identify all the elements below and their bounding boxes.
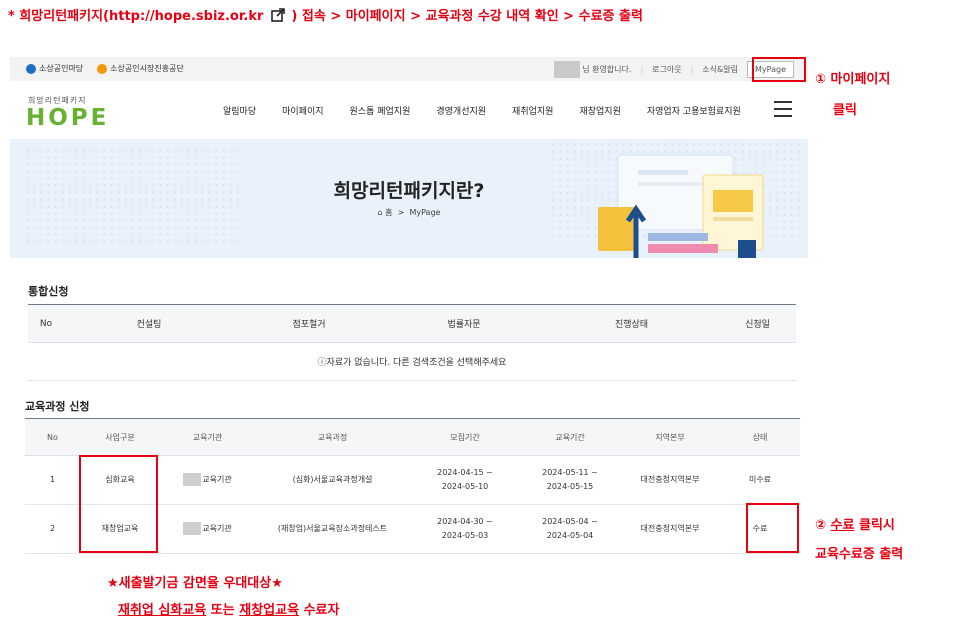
col-header: 사업구분 [80, 418, 160, 456]
mypage-highlight-box [752, 57, 806, 82]
breadcrumb: ⌂ 홈 > MyPage [10, 207, 808, 218]
col-header: 상태 [720, 418, 800, 456]
row-no: 1 [25, 455, 80, 505]
nav-item-notice[interactable]: 알림마당 [223, 104, 256, 117]
nav-item-restartup[interactable]: 재창업지원 [579, 104, 620, 117]
empty-message: ⓘ자료가 없습니다. 다른 검색조건을 선택해주세요 [28, 342, 796, 381]
integrated-table: No 컨설팅 점포철거 법률자문 진행상태 신청일 ⓘ자료가 없습니다. 다른 … [28, 304, 796, 381]
nav-item-management[interactable]: 경영개선지원 [436, 104, 486, 117]
breadcrumb-current: MyPage [409, 208, 441, 217]
semas-link[interactable]: 소상공인마당 [26, 63, 83, 74]
chevron-right-icon: > [395, 208, 407, 217]
row-org: 교육기관 [160, 455, 255, 505]
col-header: 지역본부 [620, 418, 720, 456]
main-nav: 알림마당 마이페이지 원스톱 폐업지원 경영개선지원 재취업지원 재창업지원 자… [223, 104, 741, 117]
row-no: 2 [25, 504, 80, 554]
col-header: 교육과정 [255, 418, 410, 456]
semas-logo-icon [26, 63, 36, 74]
row-region: 대전충청지역본부 [620, 504, 720, 554]
redacted-block [183, 522, 202, 535]
col-header: No [28, 304, 64, 343]
row-region: 대전충청지역본부 [620, 455, 720, 505]
col-header: 교육기간 [520, 418, 620, 456]
news-link[interactable]: 소식&알림 [702, 64, 738, 75]
step1-annotation: ① 마이페이지 [815, 72, 891, 87]
integrated-section-title: 통합신청 [28, 285, 69, 298]
home-icon[interactable]: ⌂ [378, 208, 383, 217]
logo-wordmark: HOPE [26, 105, 110, 131]
row-recruit-period: 2024-04-30 ~2024-05-03 [410, 504, 520, 554]
utility-bar: 소상공인마당 소상공인시장진흥공단 님 환영합니다. | 로그아웃 | 소식&알… [10, 57, 808, 81]
certificate-highlight-box [746, 503, 799, 553]
row-course-link[interactable]: (심화)서울교육과정개설 [255, 455, 410, 505]
username-redacted [554, 60, 581, 78]
agency-logo-icon [97, 63, 108, 74]
note-annotation-2: 재취업 심화교육 또는 재창업교육 수료자 [118, 603, 340, 618]
col-header: 법률자문 [384, 304, 544, 343]
col-header: No [25, 418, 80, 456]
step1-annotation-2: 클릭 [833, 103, 857, 118]
row-course-link[interactable]: (재창업)서울교육장소과정테스트 [255, 504, 410, 554]
row-edu-period: 2024-05-11 ~2024-05-15 [520, 455, 620, 505]
external-link-icon [271, 7, 286, 22]
col-header: 컨설팅 [64, 304, 234, 343]
row-recruit-period: 2024-04-15 ~2024-05-10 [410, 455, 520, 505]
row-edu-period: 2024-05-04 ~2024-05-04 [520, 504, 620, 554]
instruction-text: * 희망리턴패키지(http://hope.sbiz.or.kr ) 접속 > … [8, 5, 643, 24]
col-header: 신청일 [719, 304, 796, 343]
education-section-title: 교육과정 신청 [25, 400, 90, 413]
instruction-suffix: ) 접속 > 마이페이지 > 교육과정 수강 내역 확인 > 수료증 출력 [291, 9, 643, 24]
nav-item-reemployment[interactable]: 재취업지원 [512, 104, 553, 117]
row-status: 미수료 [720, 455, 800, 505]
logout-link[interactable]: 로그아웃 [652, 64, 681, 75]
breadcrumb-home[interactable]: 홈 [385, 208, 392, 217]
step2-annotation: ② 수료 클릭시 [815, 518, 895, 533]
col-header: 점포철거 [234, 304, 384, 343]
page-banner: 희망리턴패키지란? ⌂ 홈 > MyPage [10, 139, 808, 258]
redacted-block [183, 473, 202, 486]
row-org: 교육기관 [160, 504, 255, 554]
semas-agency-link[interactable]: 소상공인시장진흥공단 [97, 63, 184, 74]
hamburger-menu-icon[interactable] [774, 101, 792, 122]
page-title: 희망리턴패키지란? [333, 180, 485, 202]
instruction-prefix: * 희망리턴패키지(http://hope.sbiz.or.kr [8, 9, 264, 24]
course-type-highlight-box [79, 455, 158, 553]
site-header: 희망리턴패키지 HOPE 알림마당 마이페이지 원스톱 폐업지원 경영개선지원 … [10, 81, 808, 139]
col-header: 모집기간 [410, 418, 520, 456]
note-annotation: ★새출발기금 감면율 우대대상★ [107, 576, 283, 591]
nav-item-mypage[interactable]: 마이페이지 [282, 104, 323, 117]
nav-item-insurance[interactable]: 자영업자 고용보험료지원 [647, 104, 741, 117]
step2-annotation-2: 교육수료증 출력 [815, 547, 904, 562]
nav-item-onestop[interactable]: 원스톱 폐업지원 [350, 104, 411, 117]
col-header: 교육기관 [160, 418, 255, 456]
col-header: 진행상태 [544, 304, 719, 343]
welcome-text: 님 환영합니다. [582, 64, 632, 74]
